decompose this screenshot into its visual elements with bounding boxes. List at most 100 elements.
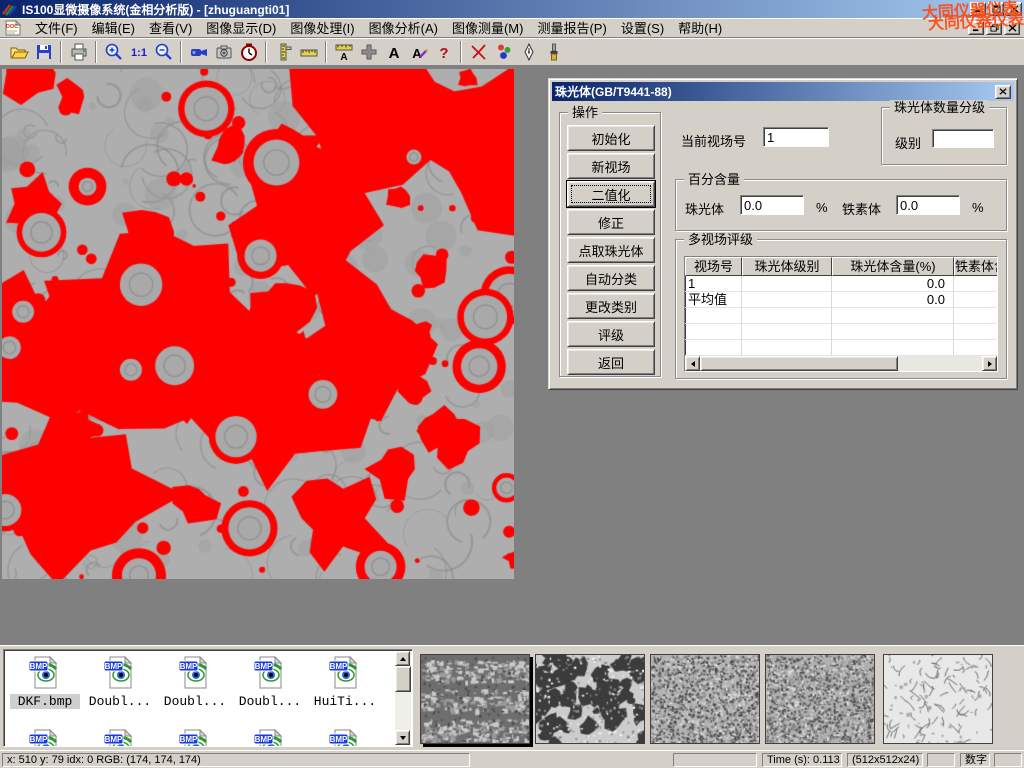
scroll-right-icon[interactable] [982, 356, 997, 371]
table-row[interactable]: 平均值 0.0 [685, 292, 997, 308]
file-name[interactable]: HuiTi... [310, 694, 380, 709]
svg-text:BMP: BMP [105, 735, 123, 744]
initialize-button[interactable]: 初始化 [567, 125, 655, 151]
correct-button[interactable]: 修正 [567, 209, 655, 235]
help-icon[interactable]: ? [431, 39, 456, 64]
caliper-icon[interactable] [271, 39, 296, 64]
file-item[interactable]: BMP Doubl... [160, 655, 230, 709]
col-pearlite-content[interactable]: 珠光体含量(%) [832, 257, 954, 276]
binarize-button[interactable]: 二值化 [567, 181, 655, 207]
file-list-scrollbar[interactable] [395, 651, 411, 745]
new-field-button[interactable]: 新视场 [567, 153, 655, 179]
rating-table-header: 视场号 珠光体级别 珠光体含量(%) 铁素体含量(%) [685, 257, 997, 276]
brush-icon[interactable] [541, 39, 566, 64]
menu-settings[interactable]: 设置(S) [614, 17, 671, 38]
menu-measure-report[interactable]: 测量报告(P) [530, 17, 613, 38]
file-item[interactable]: BMP [160, 728, 230, 747]
file-item[interactable]: BMP HuiTi... [310, 655, 380, 709]
return-button[interactable]: 返回 [567, 349, 655, 375]
rate-button[interactable]: 评级 [567, 321, 655, 347]
file-name[interactable]: Doubl... [160, 694, 230, 709]
pearlite-percent-input[interactable] [740, 195, 804, 215]
thumbnail-image[interactable] [883, 654, 993, 744]
menu-edit[interactable]: 编辑(E) [85, 17, 142, 38]
grid-icon[interactable] [356, 39, 381, 64]
menu-image-measure[interactable]: 图像测量(M) [445, 17, 531, 38]
svg-text:A: A [388, 45, 399, 62]
svg-text:BMP: BMP [30, 735, 48, 744]
zoom-in-icon[interactable] [101, 39, 126, 64]
ruler-icon[interactable] [296, 39, 321, 64]
status-panel-empty [994, 753, 1022, 767]
minimize-button[interactable] [970, 2, 986, 16]
thumbnail-image[interactable] [535, 654, 645, 744]
zoom-out-icon[interactable] [151, 39, 176, 64]
scrollbar-thumb[interactable] [395, 666, 411, 692]
open-icon[interactable] [6, 39, 31, 64]
file-item[interactable]: BMP [85, 728, 155, 747]
svg-text:BMP: BMP [330, 662, 348, 671]
col-ferrite-content[interactable]: 铁素体含量(%) [954, 257, 998, 276]
menu-view[interactable]: 查看(V) [142, 17, 199, 38]
file-list: BMP DKF.bmp BMP Doubl... BMP Doubl [3, 649, 413, 747]
scroll-left-icon[interactable] [685, 356, 700, 371]
col-field-number[interactable]: 视场号 [685, 257, 742, 276]
dialog-close-icon[interactable] [995, 85, 1011, 99]
menu-image-analysis[interactable]: 图像分析(A) [362, 17, 445, 38]
file-name[interactable]: DKF.bmp [10, 694, 80, 709]
maximize-button[interactable] [988, 2, 1004, 16]
menu-image-display[interactable]: 图像显示(D) [199, 17, 283, 38]
child-restore-button[interactable] [986, 21, 1002, 35]
video-camera-icon[interactable] [186, 39, 211, 64]
file-item[interactable]: BMP Doubl... [85, 655, 155, 709]
status-panel-empty [673, 753, 757, 767]
file-item[interactable]: BMP [10, 728, 80, 747]
micrograph-image[interactable] [2, 69, 514, 579]
color-dots-icon[interactable] [491, 39, 516, 64]
measure-text-icon[interactable]: A [331, 39, 356, 64]
file-item[interactable]: BMP Doubl... [235, 655, 305, 709]
thumbnail-image[interactable] [650, 654, 760, 744]
cell-field-number: 1 [685, 276, 742, 292]
close-button[interactable] [1006, 2, 1022, 16]
file-item[interactable]: BMP DKF.bmp [10, 655, 80, 709]
auto-classify-button[interactable]: 自动分类 [567, 265, 655, 291]
toolbar-separator [325, 41, 327, 63]
edit-text-icon[interactable]: A [406, 39, 431, 64]
scroll-up-icon[interactable] [395, 651, 410, 666]
menu-file[interactable]: 文件(F) [28, 17, 85, 38]
child-close-button[interactable] [1004, 21, 1020, 35]
timer-icon[interactable] [236, 39, 261, 64]
dialog-title-bar[interactable]: 珠光体(GB/T9441-88) [552, 82, 1014, 101]
file-name[interactable]: Doubl... [85, 694, 155, 709]
actual-size-icon[interactable]: 1:1 [126, 39, 151, 64]
capture-icon[interactable] [211, 39, 236, 64]
svg-text:DOC: DOC [6, 24, 18, 30]
thumbnail-image[interactable] [420, 654, 530, 744]
document-icon: DOC [4, 20, 22, 36]
ferrite-percent-input[interactable] [896, 195, 960, 215]
scrollbar-thumb[interactable] [700, 356, 898, 371]
pick-pearlite-button[interactable]: 点取珠光体 [567, 237, 655, 263]
scroll-down-icon[interactable] [395, 730, 410, 745]
col-pearlite-grade[interactable]: 珠光体级别 [742, 257, 832, 276]
text-icon[interactable]: A [381, 39, 406, 64]
pearlite-dialog: 珠光体(GB/T9441-88) 操作 初始化 新视场 二值化 修正 点取珠光体… [548, 78, 1018, 390]
change-class-button[interactable]: 更改类别 [567, 293, 655, 319]
curve-cut-icon[interactable] [466, 39, 491, 64]
file-item[interactable]: BMP [310, 728, 380, 747]
menu-help[interactable]: 帮助(H) [671, 17, 729, 38]
table-horizontal-scrollbar[interactable] [685, 356, 997, 371]
print-icon[interactable] [66, 39, 91, 64]
current-field-input[interactable] [763, 127, 829, 147]
table-row[interactable]: 1 0.0 [685, 276, 997, 292]
save-icon[interactable] [31, 39, 56, 64]
dialog-title: 珠光体(GB/T9441-88) [555, 83, 672, 100]
pen-icon[interactable] [516, 39, 541, 64]
file-item[interactable]: BMP [235, 728, 305, 747]
menu-image-process[interactable]: 图像处理(I) [283, 17, 361, 38]
grade-input[interactable] [932, 129, 994, 148]
file-name[interactable]: Doubl... [235, 694, 305, 709]
child-minimize-button[interactable] [968, 21, 984, 35]
thumbnail-image[interactable] [765, 654, 875, 744]
